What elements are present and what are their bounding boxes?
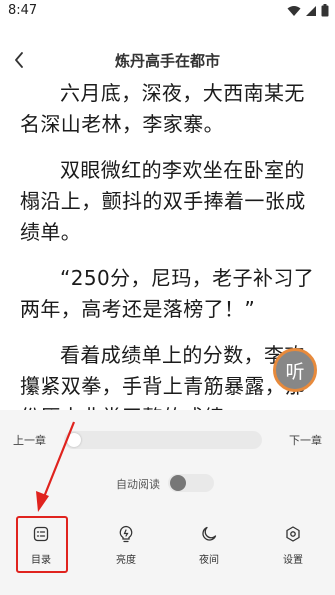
nav-label: 设置: [283, 555, 303, 566]
nav-label: 亮度: [116, 555, 136, 566]
moon-icon: [202, 526, 217, 541]
listen-label: 听: [285, 360, 305, 383]
nav-label: 夜间: [199, 555, 219, 566]
reader-header: 炼丹高手在都市: [0, 44, 335, 76]
progress-slider-thumb[interactable]: [67, 433, 81, 447]
status-icons: [287, 4, 329, 17]
chapter-progress-slider[interactable]: [64, 431, 262, 449]
signal-icon: [306, 5, 316, 16]
prev-chapter-button[interactable]: 上一章: [13, 432, 46, 448]
annotation-highlight-box: [16, 516, 68, 573]
settings-icon: [286, 526, 300, 542]
nav-brightness[interactable]: 亮度: [96, 515, 156, 575]
paragraph: 双眼微红的李欢坐在卧室的榻沿上，颤抖的双手捧着一张成绩单。: [20, 158, 306, 244]
auto-read-label: 自动阅读: [116, 478, 160, 491]
battery-icon: [321, 4, 329, 17]
auto-read-toggle[interactable]: [168, 474, 214, 492]
paragraph: “250分，尼玛，老子补习了两年，高考还是落榜了！”: [20, 266, 315, 321]
auto-read-row: 自动阅读: [0, 472, 335, 494]
paragraph: 六月底，深夜，大西南某无名深山老林，李家寨。: [20, 81, 305, 136]
toggle-knob: [170, 475, 186, 491]
chapter-progress-row: 上一章 下一章: [0, 428, 335, 452]
next-chapter-button[interactable]: 下一章: [289, 432, 322, 448]
brightness-icon: [119, 525, 133, 543]
status-time: 8:47: [8, 3, 38, 18]
nav-night-mode[interactable]: 夜间: [179, 515, 239, 575]
status-bar: 8:47: [0, 0, 335, 22]
book-title: 炼丹高手在都市: [114, 52, 220, 70]
wifi-icon: [287, 5, 301, 16]
listen-button[interactable]: 听: [273, 348, 317, 392]
nav-settings[interactable]: 设置: [263, 515, 323, 575]
